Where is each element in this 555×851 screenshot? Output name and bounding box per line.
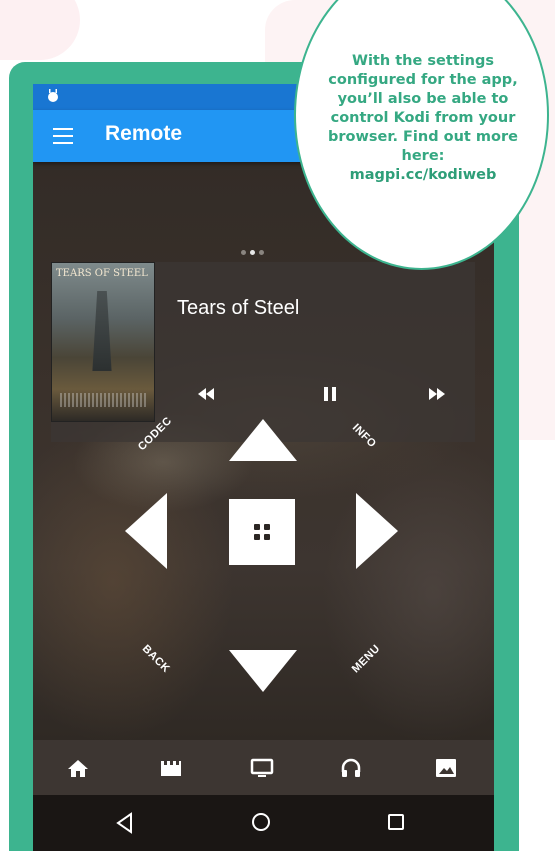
android-status-icon [48,89,58,102]
home-icon[interactable] [66,757,90,779]
poster-credits [60,393,148,407]
hamburger-menu-icon[interactable] [53,128,73,144]
select-icon [254,524,270,540]
home-icon[interactable] [252,813,270,831]
down-button[interactable] [229,650,297,692]
callout-link[interactable]: magpi.cc/kodiweb [318,166,528,185]
android-navigation-bar [33,795,494,851]
callout-body: With the settings configured for the app… [328,53,518,164]
back-button[interactable]: BACK [140,643,172,675]
pictures-icon[interactable] [434,757,458,779]
right-button[interactable] [356,493,398,569]
page-indicator [241,242,268,260]
select-button[interactable] [229,499,295,565]
music-icon[interactable] [339,757,363,779]
poster-title: TEARS OF STEEL [56,268,148,279]
pause-icon[interactable] [318,382,342,406]
tv-icon[interactable] [250,757,274,779]
menu-button[interactable]: MENU [350,643,383,676]
now-playing-panel: TEARS OF STEEL Tears of Steel [51,262,475,442]
poster-image: TEARS OF STEEL [51,262,155,422]
background-shape [0,0,80,60]
up-button[interactable] [229,419,297,461]
callout-text: With the settings configured for the app… [318,52,528,185]
recents-icon[interactable] [388,814,404,830]
page-dot-active[interactable] [250,250,255,255]
page-title: Remote [105,122,183,145]
page: Remote TEARS OF STEEL Tears of Steel COD… [0,0,555,851]
page-dot[interactable] [259,250,264,255]
poster-art [92,291,112,371]
rewind-icon[interactable] [194,382,218,406]
page-dot[interactable] [241,250,246,255]
movies-icon[interactable] [159,757,183,779]
back-icon[interactable] [115,812,135,834]
left-button[interactable] [125,493,167,569]
bottom-navigation [33,740,494,795]
media-title: Tears of Steel [177,297,300,319]
fast-forward-icon[interactable] [425,382,449,406]
